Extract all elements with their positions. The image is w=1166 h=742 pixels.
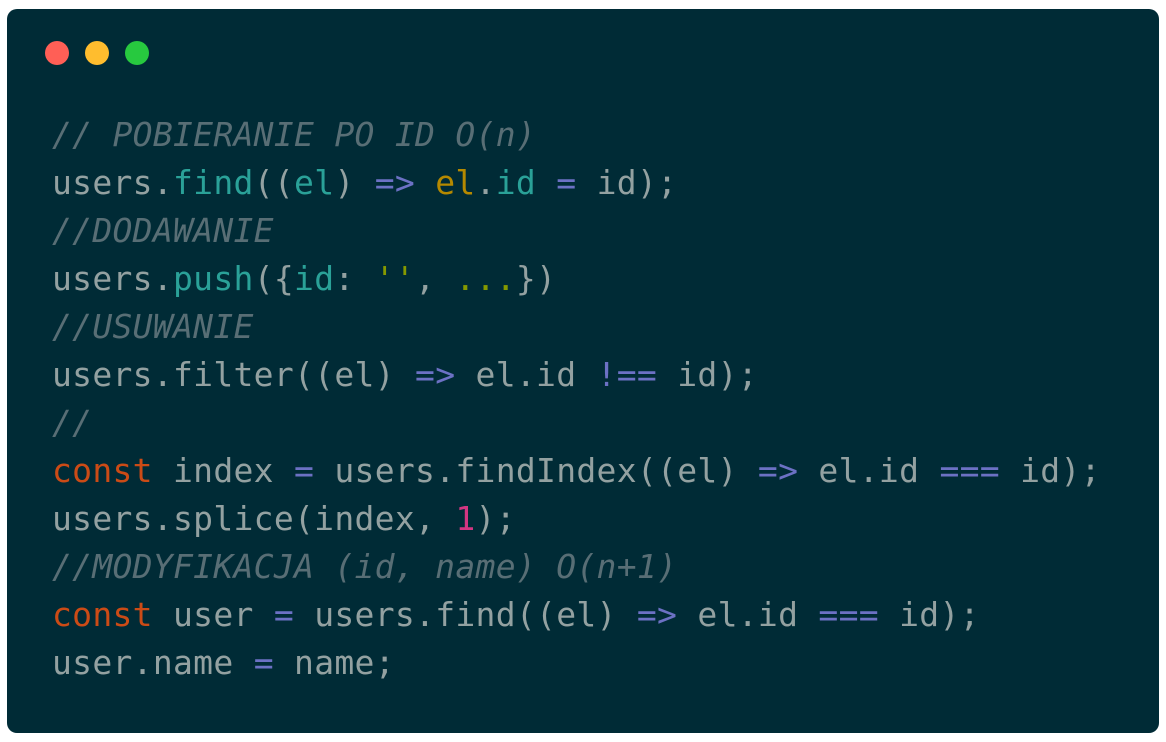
code-token-plain: ({ — [253, 259, 295, 298]
code-token-method: push — [173, 259, 254, 298]
code-line: const index = users.findIndex((el) => el… — [52, 447, 1101, 495]
code-token-operator: = — [556, 163, 577, 202]
code-token-comment: // — [52, 403, 93, 442]
code-line: users.splice(index, 1); — [52, 495, 1101, 543]
close-icon[interactable] — [45, 41, 69, 65]
code-line: users.filter((el) => el.id !== id); — [52, 351, 1101, 399]
code-token-plain: user — [152, 595, 274, 634]
code-token-comment: //USUWANIE — [52, 307, 254, 346]
code-block: // POBIERANIE PO ID O(n) users.find((el) … — [52, 111, 1101, 687]
code-token-plain: id); — [878, 595, 980, 634]
maximize-icon[interactable] — [125, 41, 149, 65]
code-token-plain: users.find((el) — [294, 595, 637, 634]
code-token-plain: el.id — [798, 451, 940, 490]
code-line: const user = users.find((el) => el.id ==… — [52, 591, 1101, 639]
code-token-method: id — [495, 163, 537, 202]
code-token-plain: el.id — [455, 355, 597, 394]
code-token-plain: name; — [273, 643, 395, 682]
code-token-comment: // POBIERANIE PO ID O(n) — [52, 115, 537, 154]
code-token-operator: !== — [596, 355, 658, 394]
code-token-plain: users.findIndex((el) — [314, 451, 758, 490]
code-token-plain: }) — [515, 259, 557, 298]
code-token-plain: , — [415, 259, 456, 298]
code-token-keyword: const — [52, 451, 153, 490]
code-line: // — [52, 399, 1101, 447]
code-token-comment: //DODAWANIE — [52, 211, 274, 250]
code-line: user.name = name; — [52, 639, 1101, 687]
code-token-var: el — [435, 163, 476, 202]
code-token-operator: => — [757, 451, 799, 490]
code-token-param: el — [294, 163, 335, 202]
minimize-icon[interactable] — [85, 41, 109, 65]
code-token-plain: . — [475, 163, 496, 202]
code-token-plain: index — [152, 451, 295, 490]
code-token-operator: === — [818, 595, 879, 634]
code-window: // POBIERANIE PO ID O(n) users.find((el) … — [7, 9, 1159, 733]
code-token-string: '' — [374, 259, 416, 298]
code-token-operator: => — [636, 595, 678, 634]
code-token-comment: //MODYFIKACJA (id, name) O(n+1) — [52, 547, 678, 586]
code-token-plain: users. — [52, 163, 174, 202]
code-token-keyword: const — [52, 595, 153, 634]
code-token-plain: id); — [576, 163, 678, 202]
code-token-operator: => — [374, 163, 416, 202]
code-token-plain: id); — [999, 451, 1101, 490]
code-token-plain: ) — [334, 163, 375, 202]
code-line: //DODAWANIE — [52, 207, 1101, 255]
code-token-operator: = — [273, 595, 295, 634]
code-token-plain: users.filter((el) — [52, 355, 416, 394]
code-token-operator: = — [253, 643, 274, 682]
code-token-plain: user.name — [52, 643, 254, 682]
code-token-plain: id); — [657, 355, 758, 394]
code-token-plain: (( — [253, 163, 295, 202]
code-token-operator: => — [415, 355, 456, 394]
code-line: //MODYFIKACJA (id, name) O(n+1) — [52, 543, 1101, 591]
code-token-plain: el.id — [677, 595, 819, 634]
code-token-param: id — [294, 259, 335, 298]
code-line: users.find((el) => el.id = id); — [52, 159, 1101, 207]
code-line: users.push({id: '', ...}) — [52, 255, 1101, 303]
code-token-plain: : — [334, 259, 375, 298]
code-token-plain: ); — [475, 499, 516, 538]
code-line: // POBIERANIE PO ID O(n) — [52, 111, 1101, 159]
code-token-plain: users.splice(index, — [52, 499, 456, 538]
code-token-number: 1 — [455, 499, 476, 538]
code-token-plain: users. — [52, 259, 174, 298]
code-token-operator: === — [939, 451, 1000, 490]
code-token-string: ... — [455, 259, 516, 298]
code-token-method: find — [173, 163, 254, 202]
code-token-operator: = — [294, 451, 315, 490]
code-line: //USUWANIE — [52, 303, 1101, 351]
